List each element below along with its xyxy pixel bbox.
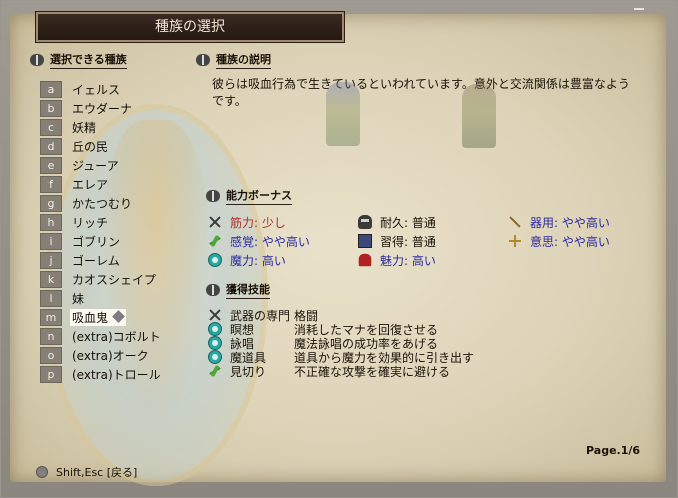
race-option-key: n (40, 327, 62, 345)
race-option-key: b (40, 99, 62, 117)
footer-hint[interactable]: Shift,Esc [戻る] (36, 464, 137, 480)
bonus-heading: 能力ボーナス (206, 188, 292, 205)
skill-name: 見切り (230, 364, 267, 379)
race-option[interactable]: p (extra)トロール (40, 365, 161, 383)
bonus-stat-label: 習得: 普通 (380, 234, 436, 249)
spark-icon (508, 234, 522, 248)
race-sprite-male (462, 84, 496, 148)
race-option[interactable]: h リッチ (40, 213, 108, 231)
bonus-stat: 魅力: 高い (358, 252, 436, 268)
bonus-stat-label: 感覚: やや高い (230, 234, 310, 249)
selection-cursor-icon (112, 309, 125, 323)
race-option[interactable]: k カオスシェイプ (40, 270, 156, 288)
race-option[interactable]: n (extra)コボルト (40, 327, 161, 345)
race-option-label: かたつむり (72, 196, 133, 211)
bonus-stat-label: 筋力: 少し (230, 215, 286, 230)
section-bullet-icon (206, 190, 220, 202)
bonus-stat: 筋力: 少し (208, 214, 286, 230)
race-option-key: h (40, 213, 62, 231)
race-option-label: ゴブリン (72, 234, 121, 249)
footer-hint-label: Shift,Esc [戻る] (56, 466, 138, 479)
hint-bulb-icon (36, 466, 48, 478)
skill-row: 見切り 不正確な攻撃を確実に避ける (208, 364, 451, 379)
race-option[interactable]: g かたつむり (40, 194, 132, 212)
magic-circle-icon (208, 350, 222, 364)
bonus-stat: 耐久: 普通 (358, 214, 436, 230)
race-option-key: o (40, 346, 62, 364)
bonus-stat-label: 魅力: 高い (380, 253, 436, 268)
race-option[interactable]: i ゴブリン (40, 232, 120, 250)
race-option-key: a (40, 80, 62, 98)
sword-icon (208, 215, 222, 229)
race-option-label: イェルス (72, 82, 121, 97)
race-option[interactable]: c 妖精 (40, 118, 96, 136)
race-option-key: j (40, 251, 62, 269)
race-option-key: d (40, 137, 62, 155)
race-option-key: g (40, 194, 62, 212)
race-option[interactable]: f エレア (40, 175, 108, 193)
race-option-label: 吸血鬼 (70, 308, 127, 326)
race-option-key: l (40, 289, 62, 307)
section-bullet-icon (196, 54, 210, 66)
race-option-label: ゴーレム (72, 253, 120, 268)
race-option[interactable]: e ジューア (40, 156, 119, 174)
section-bullet-icon (30, 54, 44, 66)
race-option-label: 妖精 (72, 120, 97, 135)
race-option-label: エウダーナ (72, 101, 133, 116)
bonus-stat: 感覚: やや高い (208, 233, 310, 249)
race-option-key: m (40, 308, 62, 326)
bonus-stat: 器用: やや高い (508, 214, 610, 230)
race-option[interactable]: m 吸血鬼 (40, 308, 127, 326)
heart-icon (358, 253, 372, 267)
skill-description: 不正確な攻撃を確実に避ける (294, 364, 451, 379)
bonus-stat: 意思: やや高い (508, 233, 610, 249)
race-option-key: c (40, 118, 62, 136)
race-option[interactable]: j ゴーレム (40, 251, 120, 269)
magic-circle-icon (208, 336, 222, 350)
race-option-label: (extra)コボルト (72, 329, 161, 344)
book-icon (358, 234, 372, 248)
race-option[interactable]: b エウダーナ (40, 99, 132, 117)
race-sprite-female (326, 82, 360, 146)
bonus-stat: 魔力: 高い (208, 252, 286, 268)
magic-circle-icon (208, 253, 222, 267)
tool-icon (508, 215, 522, 229)
race-option[interactable]: l妹 (40, 289, 84, 307)
bonus-stat-label: 魔力: 高い (230, 253, 286, 268)
race-option-label: ジューア (72, 158, 119, 173)
page-indicator: Page.1/6 (586, 444, 641, 457)
magic-circle-icon (208, 322, 222, 336)
sword-icon (208, 308, 222, 322)
race-option-label: 丘の民 (72, 139, 109, 154)
race-option-label: カオスシェイプ (72, 272, 157, 287)
race-option[interactable]: a イェルス (40, 80, 120, 98)
race-option[interactable]: d 丘の民 (40, 137, 108, 155)
bonus-stat-label: 耐久: 普通 (380, 215, 436, 230)
bonus-stat: 習得: 普通 (358, 233, 436, 249)
bonus-stat-label: 器用: やや高い (530, 215, 610, 230)
race-list-heading: 選択できる種族 (30, 52, 127, 69)
race-option-label: エレア (72, 177, 109, 192)
skills-heading: 獲得技能 (206, 282, 270, 299)
race-option-label: リッチ (72, 215, 109, 230)
race-option-key: e (40, 156, 62, 174)
skull-icon (358, 215, 372, 229)
race-option-label: 妹 (72, 291, 85, 306)
race-option-label: (extra)トロール (72, 367, 161, 382)
leaf-icon (208, 234, 222, 248)
race-description: 彼らは吸血行為で生きているといわれています。意外と交流関係は豊富なようです。 (212, 77, 630, 108)
race-option-key: k (40, 270, 62, 288)
leaf-icon (208, 364, 222, 378)
section-bullet-icon (206, 284, 220, 296)
race-option-key: i (40, 232, 62, 250)
race-option-key: p (40, 365, 62, 383)
bonus-stat-label: 意思: やや高い (530, 234, 610, 249)
description-heading: 種族の説明 (196, 52, 271, 69)
race-option-key: f (40, 175, 62, 193)
window-title: 種族の選択 (36, 12, 344, 42)
race-option-label: (extra)オーク (72, 348, 149, 363)
race-option[interactable]: o (extra)オーク (40, 346, 149, 364)
